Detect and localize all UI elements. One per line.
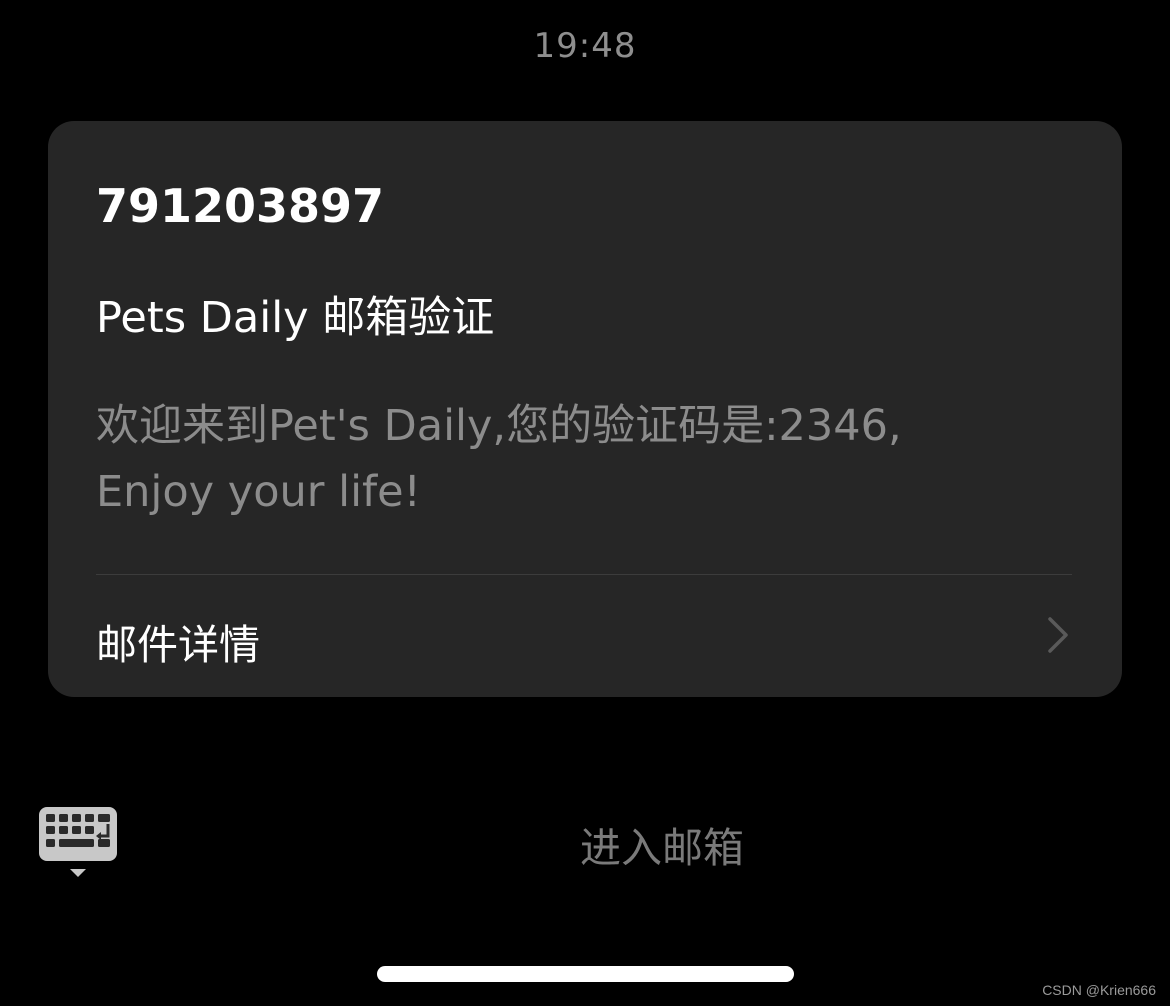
watermark: CSDN @Krien666: [1042, 982, 1156, 998]
keyboard-toggle-button[interactable]: [38, 806, 118, 882]
screen: 19:48 791203897 Pets Daily 邮箱验证 欢迎来到Pet'…: [0, 0, 1170, 1006]
email-body: 欢迎来到Pet's Daily,您的验证码是:2346, Enjoy your …: [96, 393, 1056, 525]
status-bar-time: 19:48: [533, 26, 637, 66]
home-indicator[interactable]: [377, 966, 794, 982]
mail-details-button[interactable]: 邮件详情: [48, 575, 1122, 697]
email-body-line-2: Enjoy your life!: [96, 467, 421, 517]
keyboard-icon: [39, 807, 117, 877]
email-subject: Pets Daily 邮箱验证: [96, 293, 495, 343]
email-body-line-1: 欢迎来到Pet's Daily,您的验证码是:2346,: [96, 401, 902, 451]
sender-id: 791203897: [96, 179, 385, 233]
chevron-right-icon: [1048, 617, 1068, 653]
mail-details-label: 邮件详情: [96, 621, 260, 669]
enter-mailbox-button[interactable]: 进入邮箱: [562, 814, 762, 874]
notification-card: 791203897 Pets Daily 邮箱验证 欢迎来到Pet's Dail…: [48, 121, 1122, 697]
